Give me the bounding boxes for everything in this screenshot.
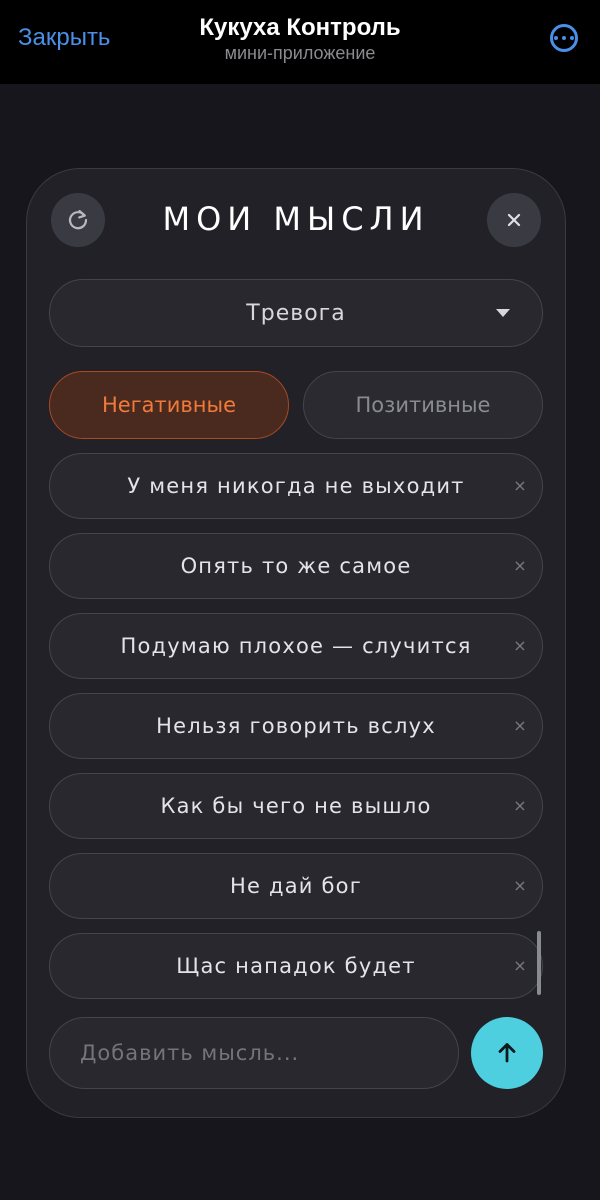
list-item[interactable]: Не дай бог ×	[49, 853, 543, 919]
list-item[interactable]: Подумаю плохое — случится ×	[49, 613, 543, 679]
arrow-up-icon	[498, 1043, 516, 1063]
scrollbar[interactable]	[537, 931, 541, 995]
category-select[interactable]: Тревога	[49, 279, 543, 347]
filter-positive-button[interactable]: Позитивные	[303, 371, 543, 439]
thought-text: Щас нападок будет	[176, 954, 416, 978]
thought-text: У меня никогда не выходит	[127, 474, 465, 498]
thought-text: Как бы чего не вышло	[160, 794, 432, 818]
delete-icon[interactable]: ×	[510, 556, 530, 576]
title-block: Кукуха Контроль мини-приложение	[0, 14, 600, 64]
dot	[570, 36, 574, 40]
add-thought-input[interactable]	[49, 1017, 459, 1089]
list-item[interactable]: У меня никогда не выходит ×	[49, 453, 543, 519]
delete-icon[interactable]: ×	[510, 636, 530, 656]
thoughts-list[interactable]: У меня никогда не выходит × Опять то же …	[49, 453, 549, 1001]
app-subtitle: мини-приложение	[224, 43, 376, 63]
thought-text: Подумаю плохое — случится	[120, 634, 472, 658]
list-item[interactable]: Как бы чего не вышло ×	[49, 773, 543, 839]
delete-icon[interactable]: ×	[510, 476, 530, 496]
delete-icon[interactable]: ×	[510, 716, 530, 736]
top-bar: Закрыть Кукуха Контроль мини-приложение	[0, 0, 600, 84]
card-title: МОИ МЫСЛИ	[162, 200, 430, 238]
delete-icon[interactable]: ×	[510, 876, 530, 896]
list-item[interactable]: Опять то же самое ×	[49, 533, 543, 599]
close-button[interactable]	[487, 193, 541, 247]
thought-text: Опять то же самое	[180, 554, 412, 578]
dot	[554, 36, 558, 40]
thought-text: Не дай бог	[230, 874, 362, 898]
category-selected-value: Тревога	[246, 300, 346, 326]
dot	[562, 36, 566, 40]
delete-icon[interactable]: ×	[510, 956, 530, 976]
list-item[interactable]: Нельзя говорить вслух ×	[49, 693, 543, 759]
thoughts-card: МОИ МЫСЛИ Тревога Негативные Позитивные …	[26, 168, 566, 1118]
app-title: Кукуха Контроль	[199, 14, 401, 41]
thought-text: Нельзя говорить вслух	[156, 714, 436, 738]
ellipsis-circle-icon[interactable]	[550, 24, 578, 52]
list-item[interactable]: Щас нападок будет ×	[49, 933, 543, 999]
delete-icon[interactable]: ×	[510, 796, 530, 816]
caret-down-icon	[496, 309, 510, 317]
send-button[interactable]	[471, 1017, 543, 1089]
filter-negative-button[interactable]: Негативные	[49, 371, 289, 439]
close-icon	[507, 213, 521, 227]
